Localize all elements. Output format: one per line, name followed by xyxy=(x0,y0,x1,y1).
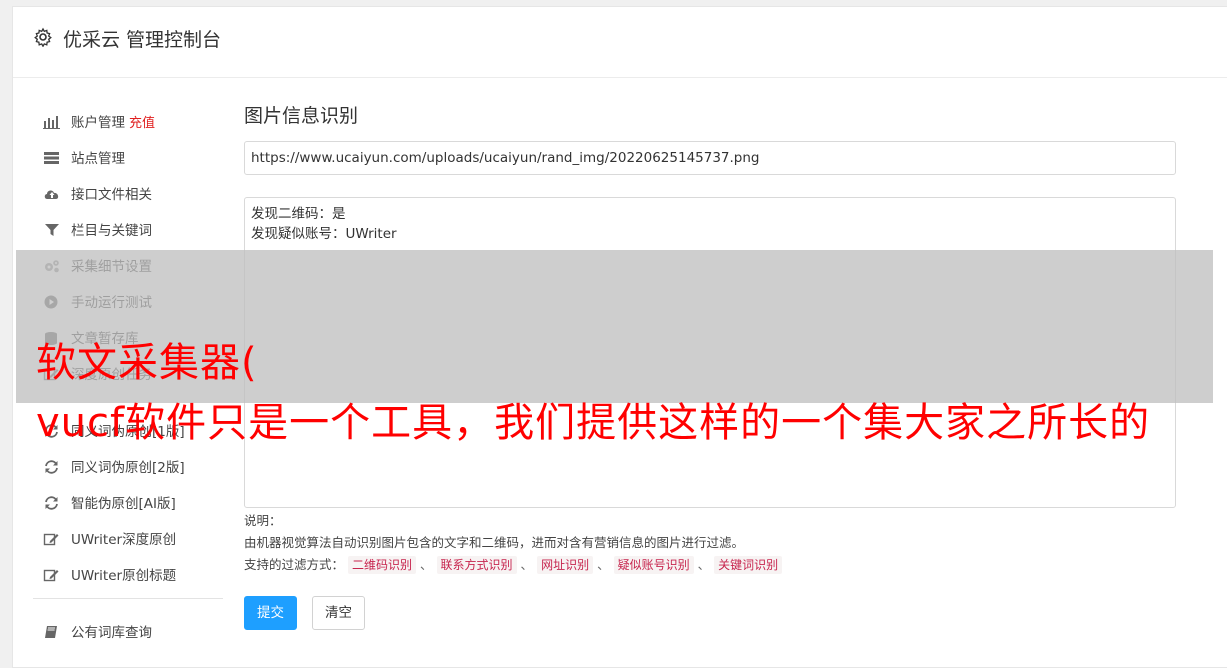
sidebar-item[interactable]: 接口文件相关 xyxy=(43,181,152,209)
sidebar-divider xyxy=(33,598,223,599)
notes-section: 说明： 由机器视觉算法自动识别图片包含的文字和二维码，进而对含有营销信息的图片进… xyxy=(244,510,783,576)
filter-chip: 关键词识别 xyxy=(714,556,783,574)
recharge-link[interactable]: 充值 xyxy=(129,116,155,131)
result-line: 发现二维码：是 xyxy=(251,206,346,222)
bar-chart-icon xyxy=(43,116,60,129)
server-icon xyxy=(44,152,59,164)
filter-label: 支持的过滤方式： xyxy=(244,557,345,572)
sidebar-item[interactable]: 账户管理 充值 xyxy=(43,109,155,137)
sidebar-item[interactable]: UWriter深度原创 xyxy=(43,526,176,554)
page-title: 优采云 管理控制台 xyxy=(63,29,222,51)
section-title: 图片信息识别 xyxy=(244,105,359,127)
sidebar-item-label: 站点管理 xyxy=(71,151,125,167)
sidebar-item-label: 栏目与关键词 xyxy=(71,223,152,239)
filter-separator: 、 xyxy=(420,557,433,572)
filter-chip: 二维码识别 xyxy=(348,556,417,574)
notes-description: 由机器视觉算法自动识别图片包含的文字和二维码，进而对含有营销信息的图片进行过滤。 xyxy=(244,535,745,550)
sidebar-item[interactable]: 公有词库查询 xyxy=(43,619,152,647)
filter-separator: 、 xyxy=(520,557,534,572)
sidebar-item[interactable]: UWriter原创标题 xyxy=(43,562,176,590)
gear-icon xyxy=(34,27,52,47)
filter-chip: 联系方式识别 xyxy=(436,556,517,574)
clear-button[interactable]: 清空 xyxy=(312,596,365,630)
result-line: 发现疑似账号：UWriter xyxy=(251,226,397,242)
sidebar-item-label: 账户管理 xyxy=(71,115,125,131)
filter-separator: 、 xyxy=(597,557,610,572)
image-url-input[interactable] xyxy=(244,141,1176,175)
filter-chip: 疑似账号识别 xyxy=(613,556,694,574)
filter-methods: 支持的过滤方式： 二维码识别、联系方式识别、网址识别、疑似账号识别、关键词识别 xyxy=(244,554,783,576)
sidebar-item[interactable]: 同义词伪原创[2版] xyxy=(43,454,185,482)
sidebar-item-label: 智能伪原创[AI版] xyxy=(71,496,176,512)
edit-icon xyxy=(43,533,59,546)
cloud-upload-icon xyxy=(44,190,59,199)
edit-icon xyxy=(43,569,59,582)
book-icon xyxy=(45,626,57,638)
filter-separator: 、 xyxy=(697,557,711,572)
refresh-icon xyxy=(45,496,58,510)
header: 优采云 管理控制台 xyxy=(13,7,1227,78)
sidebar-item[interactable]: 站点管理 xyxy=(43,145,125,173)
filter-icon xyxy=(45,224,59,236)
sidebar-item[interactable]: 智能伪原创[AI版] xyxy=(43,490,176,518)
overlay-text-line2: vucf软件只是一个工具，我们提供这样的一个集大家之所长的 xyxy=(36,400,1151,446)
sidebar-item[interactable]: 栏目与关键词 xyxy=(43,217,152,245)
filter-chip: 网址识别 xyxy=(537,556,594,574)
submit-button[interactable]: 提交 xyxy=(244,596,297,630)
sidebar-item-label: UWriter深度原创 xyxy=(71,532,177,548)
sidebar-item-label: UWriter原创标题 xyxy=(71,568,177,584)
sidebar-item-label: 接口文件相关 xyxy=(71,187,152,203)
refresh-icon xyxy=(45,460,58,474)
notes-label: 说明： xyxy=(244,513,282,528)
sidebar-item-label: 公有词库查询 xyxy=(71,625,152,641)
sidebar-item-label: 同义词伪原创[2版] xyxy=(71,460,185,476)
overlay-text-line1: 软文采集器( xyxy=(36,340,258,386)
